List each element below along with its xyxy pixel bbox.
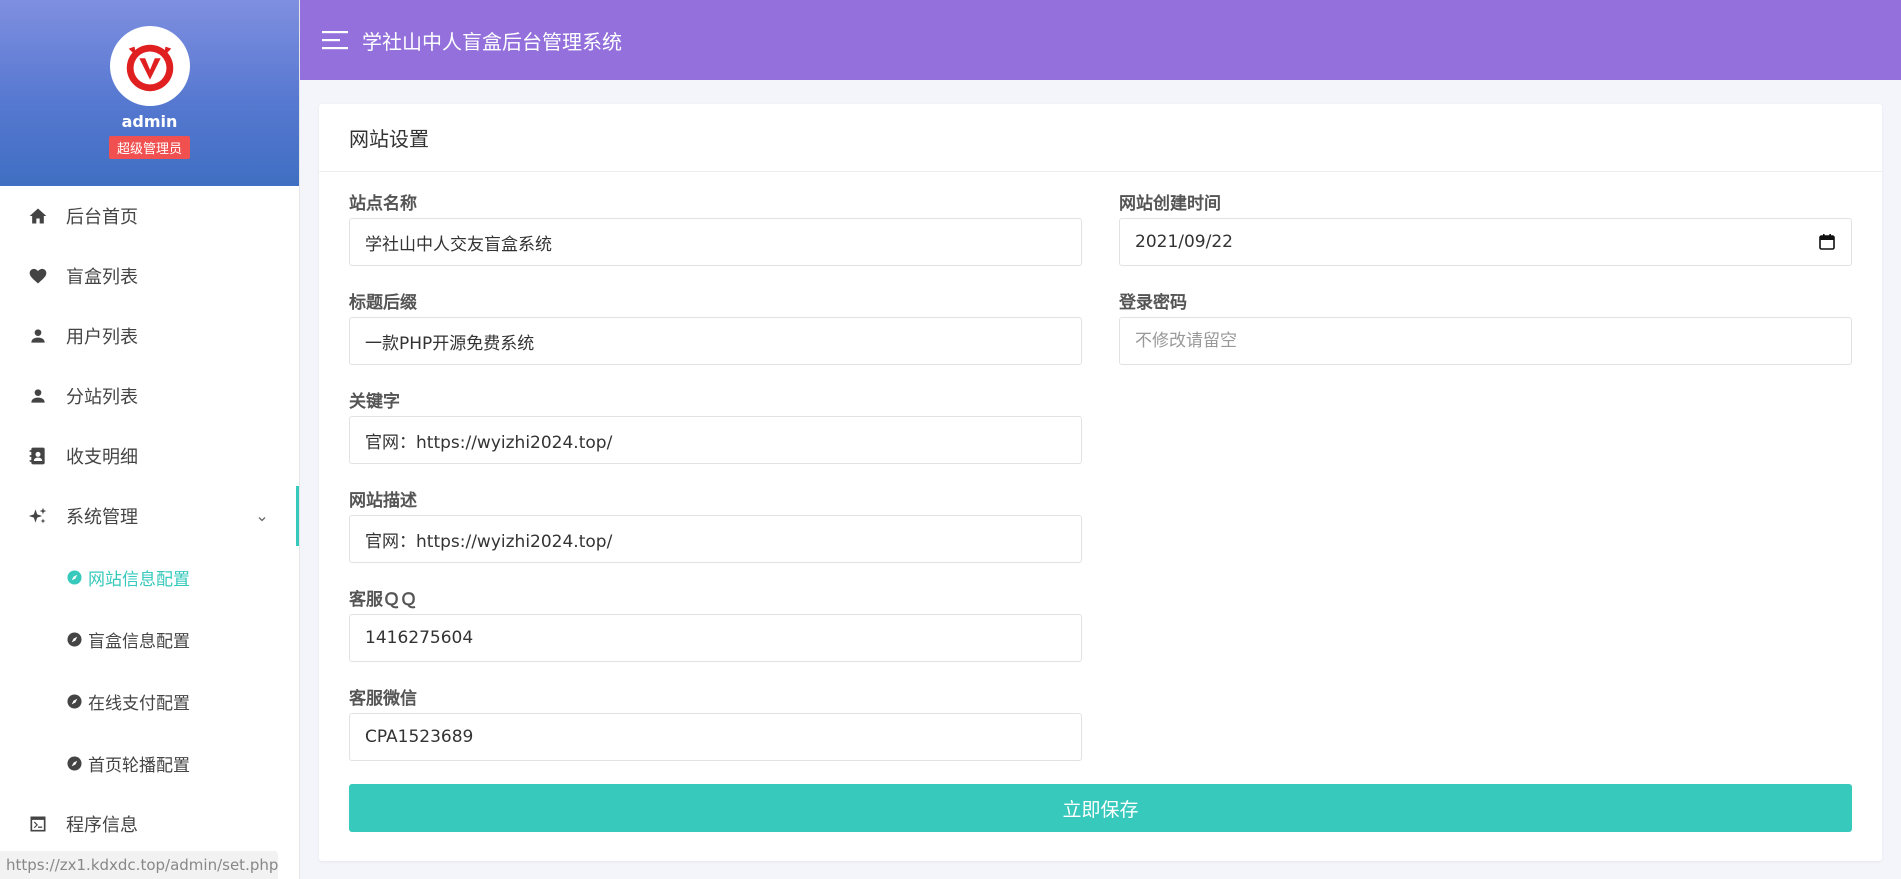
service-qq-field: 客服ＱＱ (349, 586, 1082, 662)
created-date-label: 网站创建时间 (1119, 194, 1221, 214)
description-field: 网站描述 (349, 487, 1082, 563)
menu-icon[interactable] (322, 30, 348, 50)
save-button[interactable]: 立即保存 (349, 784, 1852, 832)
status-bar-url: https://zx1.kdxdc.top/admin/set.php (0, 851, 278, 879)
card-title: 网站设置 (319, 104, 1882, 172)
terminal-icon (28, 814, 48, 834)
avatar[interactable] (109, 26, 190, 106)
title-suffix-input[interactable] (349, 317, 1082, 365)
sidebar-item-system-management[interactable]: 系统管理 (0, 486, 299, 546)
contact-book-icon (28, 446, 48, 466)
title-suffix-field: 标题后缀 (349, 289, 1082, 365)
service-qq-label: 客服ＱＱ (349, 590, 417, 610)
sidebar-subitem-label: 首页轮播配置 (88, 755, 190, 776)
sidebar-item-label: 盲盒列表 (66, 267, 138, 288)
sidebar-subitem-label: 盲盒信息配置 (88, 631, 190, 652)
sidebar-subitem-label: 在线支付配置 (88, 693, 190, 714)
sparkle-icon (28, 506, 48, 526)
service-wechat-field: 客服微信 (349, 685, 1082, 761)
sidebar-item-label: 分站列表 (66, 387, 138, 408)
sidebar-item-label: 系统管理 (66, 507, 138, 528)
sidebar-subitem-payment-config[interactable]: 在线支付配置 (0, 670, 299, 732)
description-input[interactable] (349, 515, 1082, 563)
user-icon (28, 386, 48, 406)
calendar-icon[interactable] (1818, 233, 1836, 251)
profile-name: admin (121, 112, 178, 131)
service-wechat-label: 客服微信 (349, 689, 417, 709)
compass-icon (67, 755, 82, 771)
compass-icon (67, 693, 82, 709)
user-icon (28, 326, 48, 346)
sidebar-item-label: 收支明细 (66, 447, 138, 468)
sidebar-item-program-info[interactable]: 程序信息 (0, 794, 299, 854)
sidebar: admin 超级管理员 后台首页 盲盒列表 用户列表 分站列表 收支明细 系统管… (0, 0, 300, 879)
created-date-input[interactable] (1119, 218, 1852, 266)
login-password-input[interactable] (1119, 317, 1852, 365)
sidebar-item-home[interactable]: 后台首页 (0, 186, 299, 246)
site-name-input[interactable] (349, 218, 1082, 266)
compass-icon (67, 631, 82, 647)
sidebar-item-label: 程序信息 (66, 815, 138, 836)
login-password-label: 登录密码 (1119, 293, 1187, 313)
sidebar-nav-bottom: 程序信息 (0, 794, 299, 854)
heart-icon (28, 266, 48, 286)
settings-card: 网站设置 站点名称 标题后缀 关键字 网站描述 客服ＱＱ 客服微信 网站创建时间 (319, 104, 1882, 861)
service-qq-input[interactable] (349, 614, 1082, 662)
chevron-down-icon (257, 508, 266, 522)
profile-panel: admin 超级管理员 (0, 0, 299, 186)
keywords-input[interactable] (349, 416, 1082, 464)
role-badge: 超级管理员 (108, 136, 190, 159)
sidebar-nav: 后台首页 盲盒列表 用户列表 分站列表 收支明细 系统管理 (0, 186, 299, 546)
sidebar-subitem-carousel-config[interactable]: 首页轮播配置 (0, 732, 299, 794)
sidebar-item-user-list[interactable]: 用户列表 (0, 306, 299, 366)
site-name-label: 站点名称 (349, 194, 417, 214)
sidebar-item-substation-list[interactable]: 分站列表 (0, 366, 299, 426)
sidebar-subitem-blindbox-config[interactable]: 盲盒信息配置 (0, 608, 299, 670)
sidebar-subitem-site-info-config[interactable]: 网站信息配置 (0, 546, 299, 608)
keywords-label: 关键字 (349, 392, 400, 412)
sidebar-item-label: 用户列表 (66, 327, 138, 348)
compass-icon (67, 569, 82, 585)
description-label: 网站描述 (349, 491, 417, 511)
sidebar-subitem-label: 网站信息配置 (88, 569, 190, 590)
sidebar-item-finance-details[interactable]: 收支明细 (0, 426, 299, 486)
created-date-wrap (1119, 218, 1852, 266)
top-header: 学社山中人盲盒后台管理系统 (300, 0, 1901, 80)
app-title: 学社山中人盲盒后台管理系统 (362, 29, 622, 54)
system-management-submenu: 网站信息配置 盲盒信息配置 在线支付配置 首页轮播配置 (0, 546, 299, 794)
sidebar-item-label: 后台首页 (66, 207, 138, 228)
title-suffix-label: 标题后缀 (349, 293, 417, 313)
home-icon (28, 206, 48, 226)
login-password-field: 登录密码 (1119, 289, 1852, 365)
site-name-field: 站点名称 (349, 190, 1082, 266)
sidebar-item-blindbox-list[interactable]: 盲盒列表 (0, 246, 299, 306)
keywords-field: 关键字 (349, 388, 1082, 464)
created-date-field: 网站创建时间 (1119, 190, 1852, 266)
service-wechat-input[interactable] (349, 713, 1082, 761)
logo-icon (126, 44, 173, 92)
